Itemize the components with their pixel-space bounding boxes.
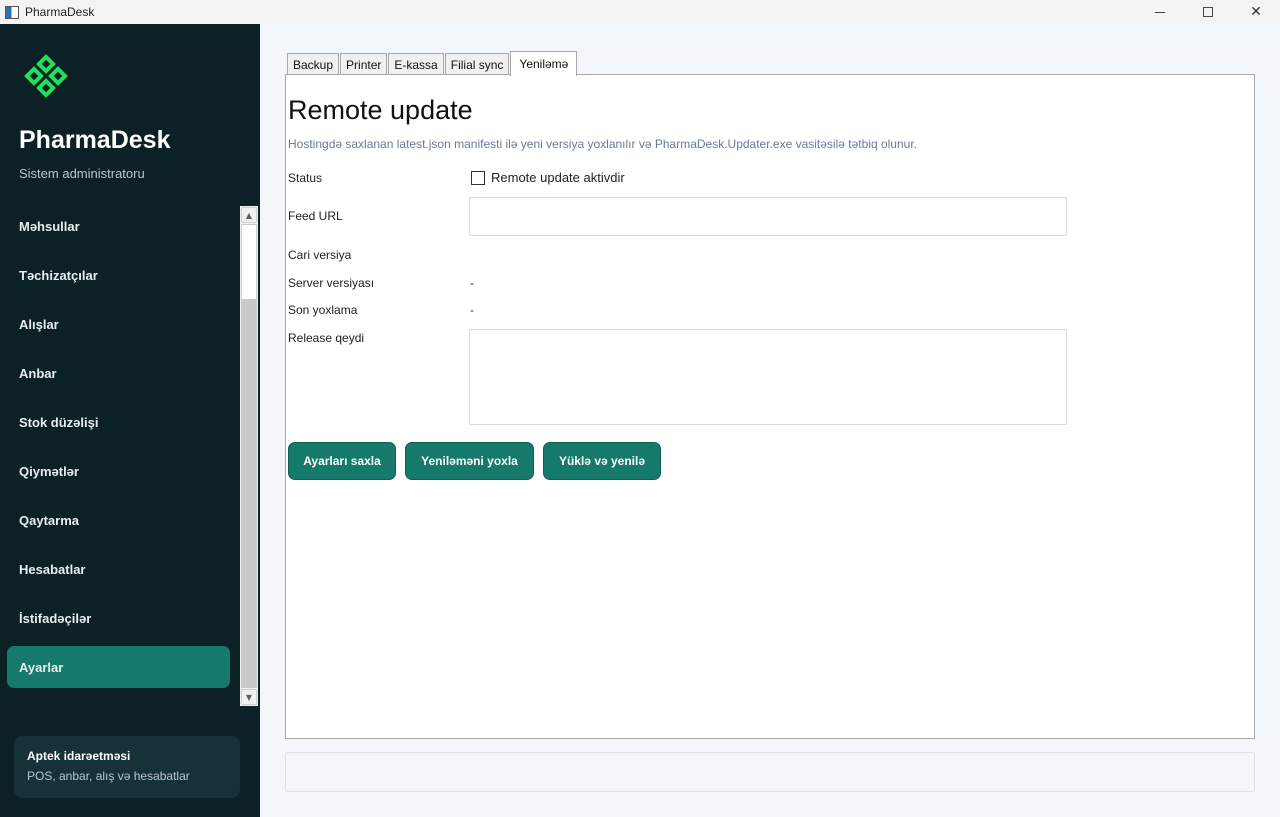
tab-filial-sync[interactable]: Filial sync: [444, 53, 510, 76]
sidebar-item-prices[interactable]: Qiymətlər: [7, 447, 230, 496]
sidebar-item-products[interactable]: Məhsullar: [7, 202, 230, 251]
sidebar-item-suppliers[interactable]: Təchizatçılar: [7, 251, 230, 300]
settings-tabs: Backup Printer E-kassa Filial sync Yenil…: [287, 51, 578, 76]
footer-title: Aptek idarəetməsi: [27, 749, 131, 763]
remote-update-checkbox-label[interactable]: Remote update aktivdir: [491, 170, 625, 185]
window-title: PharmaDesk: [25, 5, 95, 19]
release-note-label: Release qeydi: [288, 331, 365, 345]
update-panel: Remote update Hostingdə saxlanan latest.…: [285, 74, 1255, 739]
status-bar: [285, 752, 1255, 792]
tab-e-kassa[interactable]: E-kassa: [388, 53, 444, 76]
status-label: Status: [288, 171, 323, 185]
feed-url-input[interactable]: [469, 197, 1067, 236]
sidebar-item-settings[interactable]: Ayarlar: [7, 646, 230, 688]
close-icon: ✕: [1250, 4, 1262, 20]
app-window: PharmaDesk ✕ PharmaDesk Sistem administr…: [0, 0, 1280, 817]
close-button[interactable]: ✕: [1232, 0, 1280, 24]
save-settings-button[interactable]: Ayarları saxla: [288, 442, 396, 480]
tab-printer[interactable]: Printer: [340, 53, 388, 76]
sidebar-item-reports[interactable]: Hesabatlar: [7, 545, 230, 594]
sidebar-item-warehouse[interactable]: Anbar: [7, 349, 230, 398]
app-icon: [5, 5, 19, 19]
sidebar-item-stock-adjustment[interactable]: Stok düzəlişi: [7, 398, 230, 447]
tab-update[interactable]: Yeniləmə: [510, 51, 578, 76]
sidebar-item-returns[interactable]: Qaytarma: [7, 496, 230, 545]
footer-subtitle: POS, anbar, alış və hesabatlar: [27, 769, 190, 783]
check-update-button[interactable]: Yeniləməni yoxla: [405, 442, 534, 480]
server-version-label: Server versiyası: [288, 276, 375, 290]
download-update-button[interactable]: Yüklə və yenilə: [543, 442, 661, 480]
user-role: Sistem administratoru: [19, 166, 145, 181]
tab-backup[interactable]: Backup: [287, 53, 340, 76]
scroll-thumb[interactable]: [241, 224, 257, 300]
current-version-label: Cari versiya: [288, 248, 352, 262]
title-bar: PharmaDesk ✕: [0, 0, 1280, 24]
maximize-button[interactable]: [1184, 0, 1232, 24]
checkbox-box[interactable]: [471, 170, 485, 185]
last-check-label: Son yoxlama: [288, 303, 358, 317]
sidebar-scrollbar[interactable]: ▲ ▼: [240, 206, 258, 706]
page-description: Hostingdə saxlanan latest.json manifesti…: [288, 137, 917, 151]
remote-update-checkbox[interactable]: Remote update aktivdir: [471, 170, 625, 185]
sidebar: PharmaDesk Sistem administratoru Məhsull…: [0, 24, 260, 817]
sidebar-nav: Məhsullar Təchizatçılar Alışlar Anbar St…: [7, 202, 230, 688]
sidebar-footer-card: Aptek idarəetməsi POS, anbar, alış və he…: [14, 736, 240, 798]
window-controls: ✕: [1136, 0, 1280, 24]
minimize-icon: [1155, 11, 1165, 13]
scroll-track[interactable]: [241, 300, 257, 688]
scroll-down-icon[interactable]: ▼: [241, 689, 257, 705]
maximize-icon: [1203, 7, 1213, 17]
feed-url-label: Feed URL: [288, 209, 343, 223]
sidebar-item-purchases[interactable]: Alışlar: [7, 300, 230, 349]
sidebar-item-users[interactable]: İstifadəçilər: [7, 594, 230, 643]
server-version-value: -: [470, 276, 474, 290]
pharmadesk-logo-icon: [24, 54, 68, 98]
last-check-value: -: [470, 303, 474, 317]
scroll-up-icon[interactable]: ▲: [241, 207, 257, 223]
page-title: Remote update: [288, 95, 473, 125]
release-note-textarea[interactable]: [469, 329, 1067, 425]
minimize-button[interactable]: [1136, 0, 1184, 24]
brand-name: PharmaDesk: [19, 126, 171, 154]
